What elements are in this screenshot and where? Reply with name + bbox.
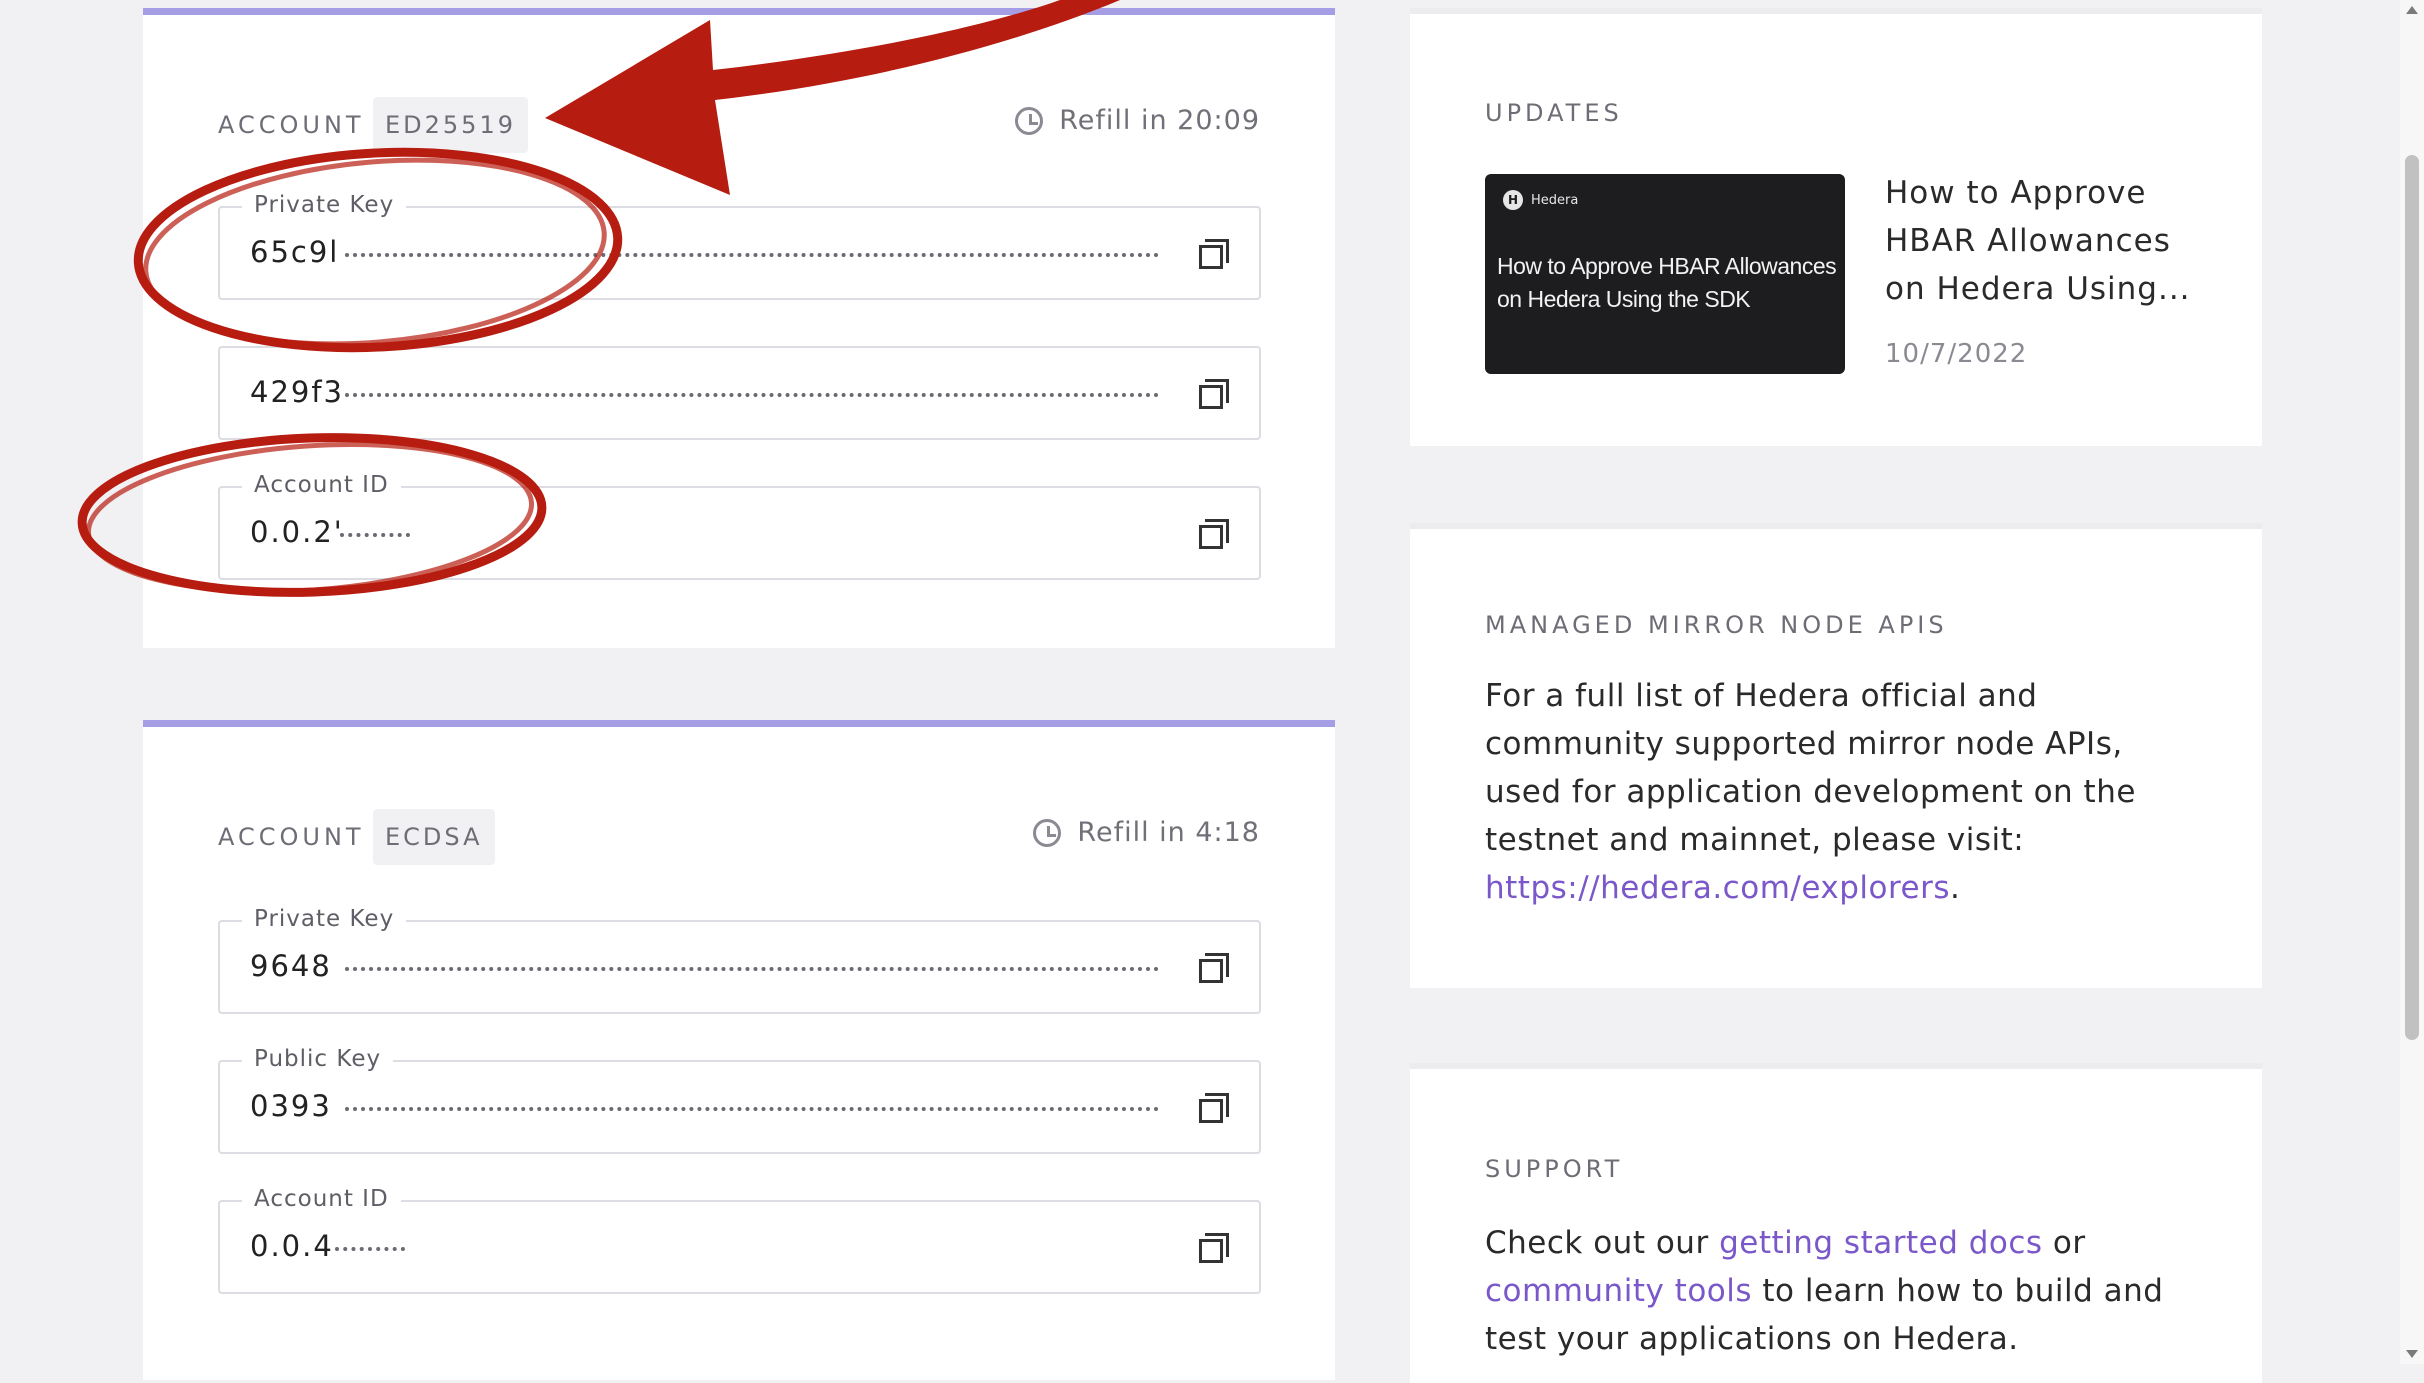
field-label: Private Key	[242, 192, 407, 218]
mirror-node-description: For a full list of Hedera official and c…	[1485, 678, 2136, 906]
scrollbar-thumb[interactable]	[2405, 155, 2419, 1040]
support-description: Check out our getting started docs or co…	[1485, 1225, 2164, 1357]
account-id-value: 0.0.4	[250, 1229, 334, 1263]
account-id-value: 0.0.2'	[250, 515, 344, 549]
hedera-logo-icon: H	[1503, 190, 1523, 210]
field-label: Account ID	[242, 472, 401, 498]
copy-icon[interactable]	[1197, 1232, 1231, 1266]
mirror-node-card: MANAGED MIRROR NODE APIS For a full list…	[1410, 523, 2262, 988]
account-label: ACCOUNT	[218, 111, 365, 139]
update-date: 10/7/2022	[1885, 339, 2028, 369]
refill-timer: Refill in 20:09	[1015, 105, 1260, 136]
copy-icon[interactable]	[1197, 952, 1231, 986]
private-key-field[interactable]: Private Key 9648	[218, 906, 1261, 1014]
scroll-down-arrow-icon[interactable]	[2406, 1350, 2418, 1358]
copy-icon[interactable]	[1197, 518, 1231, 552]
account-header: ACCOUNT ED25519 Refill in 20:09	[218, 95, 1260, 155]
copy-icon[interactable]	[1197, 1092, 1231, 1126]
copy-icon[interactable]	[1197, 238, 1231, 272]
support-card: SUPPORT Check out our getting started do…	[1410, 1063, 2262, 1383]
mirror-node-title: MANAGED MIRROR NODE APIS	[1485, 611, 1948, 639]
masked-dots	[345, 967, 1159, 971]
update-title-link[interactable]: How to Approve HBAR Allowances on Hedera…	[1885, 169, 2215, 313]
thumbnail-title: How to Approve HBAR Allowances on Hedera…	[1497, 253, 1837, 312]
private-key-value: 9648	[250, 949, 332, 983]
getting-started-docs-link[interactable]: getting started docs	[1719, 1225, 2043, 1261]
field-label: Public Key	[242, 1046, 394, 1072]
public-key-value: 429f3	[250, 375, 345, 409]
field-label: Account ID	[242, 1186, 401, 1212]
clock-icon	[1015, 106, 1044, 135]
account-header: ACCOUNT ECDSA Refill in 4:18	[218, 807, 1260, 867]
account-type-badge: ED25519	[373, 97, 528, 153]
refill-timer: Refill in 4:18	[1033, 817, 1260, 848]
masked-dots	[345, 1107, 1159, 1111]
masked-dots	[345, 253, 1159, 257]
hedera-logo-text: Hedera	[1531, 192, 1579, 208]
scrollbar[interactable]	[2400, 0, 2424, 1364]
public-key-field[interactable]: Public Key 0393	[218, 1046, 1261, 1154]
account-id-field[interactable]: Account ID 0.0.2'	[218, 472, 1261, 580]
masked-dots	[335, 1247, 405, 1251]
updates-title: UPDATES	[1485, 99, 1623, 127]
refill-text: Refill in 20:09	[1059, 105, 1260, 136]
clock-icon	[1033, 818, 1062, 847]
masked-dots	[345, 393, 1159, 397]
public-key-field[interactable]: 429f3	[218, 346, 1261, 440]
account-type-badge: ECDSA	[373, 809, 495, 865]
copy-icon[interactable]	[1197, 378, 1231, 412]
public-key-value: 0393	[250, 1089, 332, 1123]
account-label: ACCOUNT	[218, 823, 365, 851]
support-title: SUPPORT	[1485, 1155, 1624, 1183]
account-card-ed25519: ACCOUNT ED25519 Refill in 20:09 Private …	[143, 8, 1335, 648]
update-thumbnail[interactable]: H Hedera How to Approve HBAR Allowances …	[1485, 174, 1845, 374]
explorers-link[interactable]: https://hedera.com/explorers	[1485, 870, 1950, 906]
scroll-up-arrow-icon[interactable]	[2406, 6, 2418, 14]
refill-text: Refill in 4:18	[1077, 817, 1260, 848]
hedera-logo: H Hedera	[1503, 190, 1578, 210]
masked-dots	[340, 533, 410, 537]
community-tools-link[interactable]: community tools	[1485, 1273, 1752, 1309]
updates-card: UPDATES H Hedera How to Approve HBAR All…	[1410, 8, 2262, 446]
private-key-value: 65c9l	[250, 235, 340, 269]
field-label: Private Key	[242, 906, 407, 932]
account-id-field[interactable]: Account ID 0.0.4	[218, 1186, 1261, 1294]
account-card-ecdsa: ACCOUNT ECDSA Refill in 4:18 Private Key…	[143, 720, 1335, 1380]
private-key-field[interactable]: Private Key 65c9l	[218, 192, 1261, 300]
